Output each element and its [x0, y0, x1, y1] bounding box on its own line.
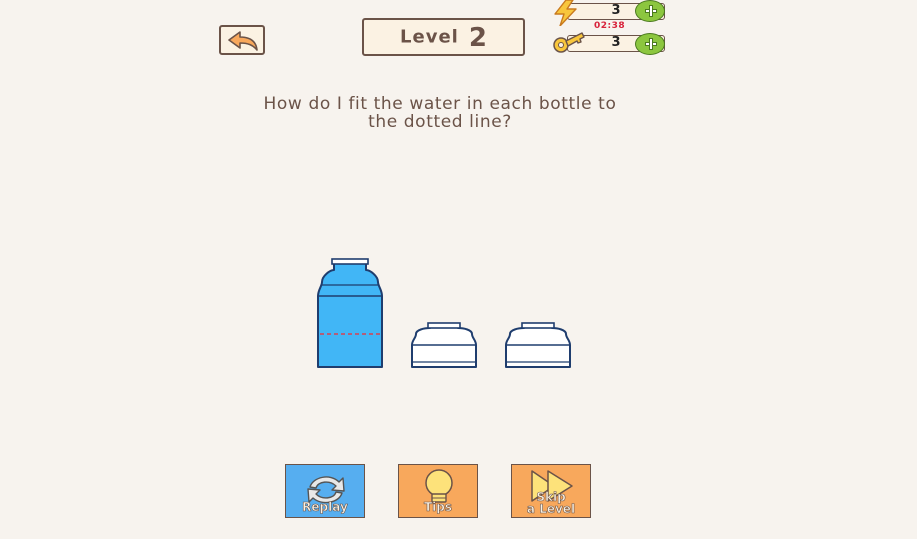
replay-label: Replay: [302, 500, 348, 514]
short-empty-bottle-2[interactable]: [505, 322, 571, 368]
tips-label: Tips: [423, 500, 453, 514]
skip-label: Skip a Level: [512, 491, 590, 516]
tips-button[interactable]: Tips: [398, 464, 478, 518]
replay-button[interactable]: Replay: [285, 464, 365, 518]
short-empty-bottle-1[interactable]: [411, 322, 477, 368]
tall-water-bottle[interactable]: [317, 258, 383, 368]
skip-level-button[interactable]: Skip a Level: [511, 464, 591, 518]
skip-label-line-2: a Level: [526, 502, 576, 516]
puzzle-area: [317, 258, 571, 368]
game-screen: Level 2 3 02:38 3 How do I fit the water …: [0, 0, 917, 539]
